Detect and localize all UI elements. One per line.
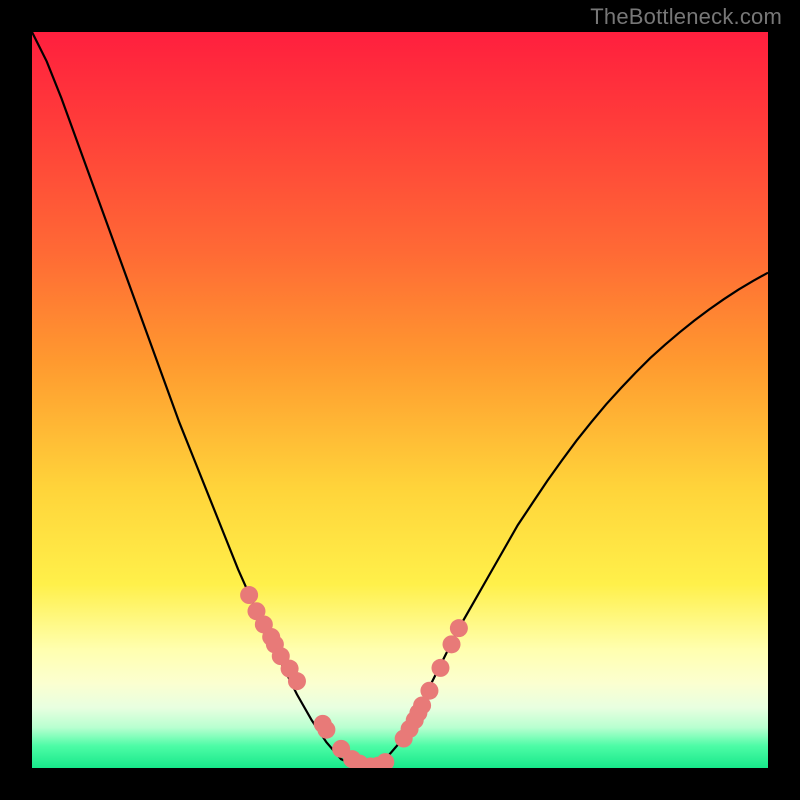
gradient-background bbox=[32, 32, 768, 768]
data-dot bbox=[431, 659, 449, 677]
data-dot bbox=[288, 672, 306, 690]
chart-svg bbox=[32, 32, 768, 768]
data-dot bbox=[420, 682, 438, 700]
data-dot bbox=[450, 619, 468, 637]
watermark-text: TheBottleneck.com bbox=[590, 4, 782, 30]
data-dot bbox=[443, 635, 461, 653]
chart-container: TheBottleneck.com bbox=[0, 0, 800, 800]
plot-area bbox=[32, 32, 768, 768]
data-dot bbox=[317, 721, 335, 739]
data-dot bbox=[240, 586, 258, 604]
